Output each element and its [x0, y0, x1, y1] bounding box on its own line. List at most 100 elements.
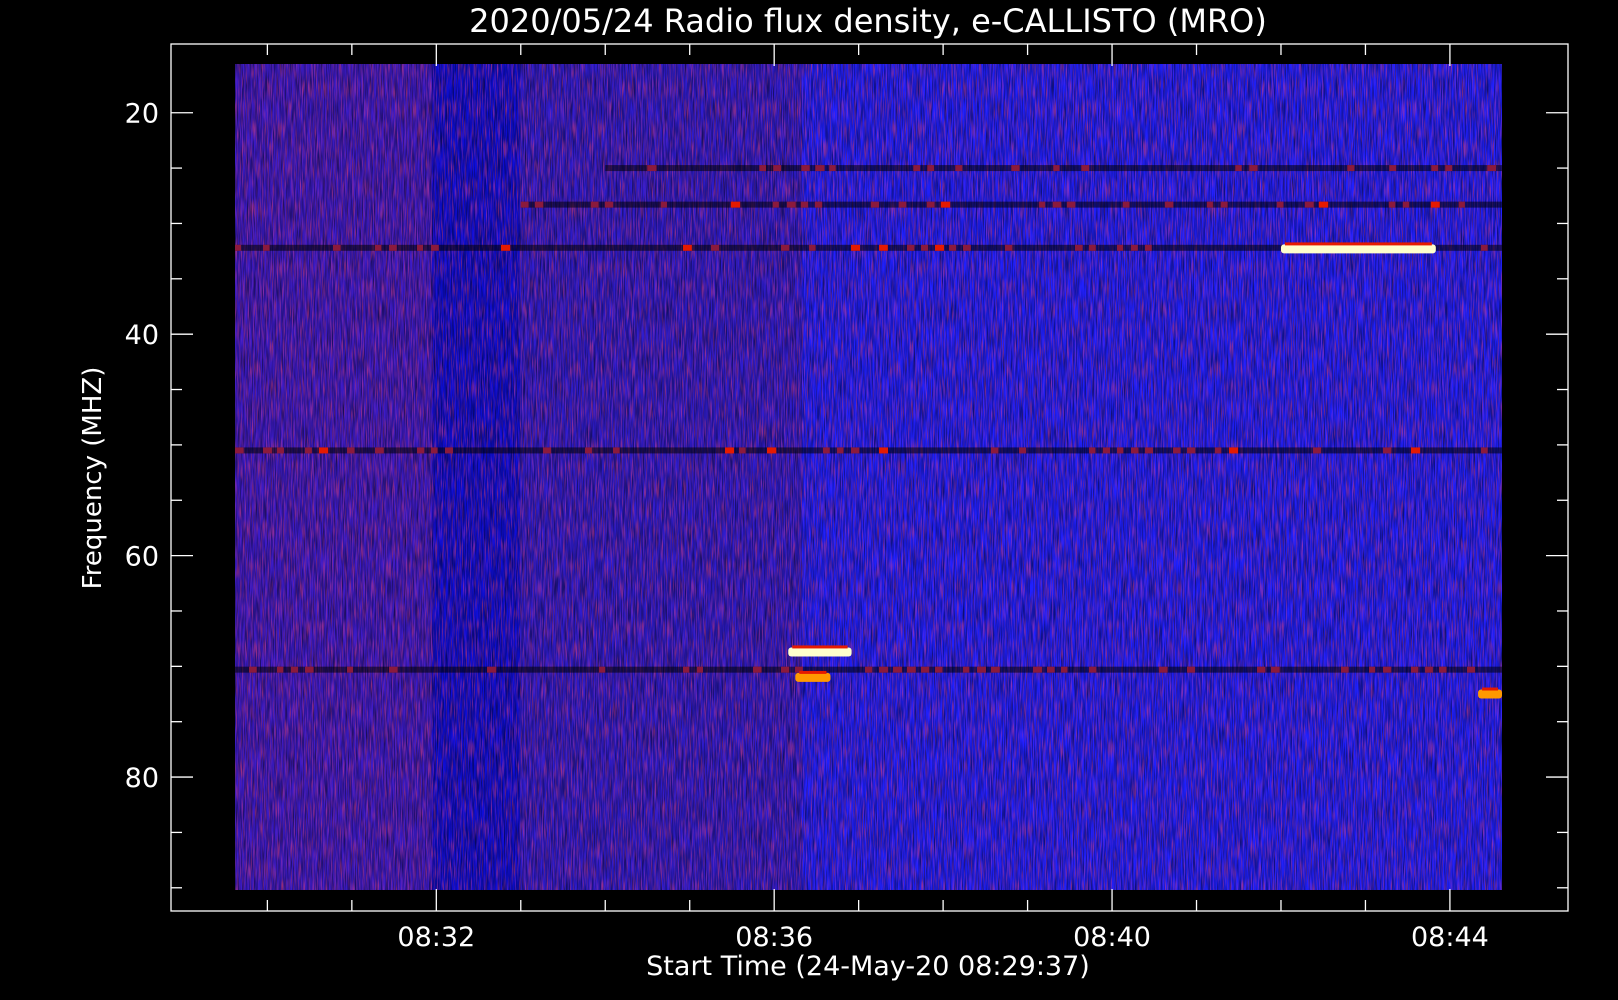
band-4-segment — [1271, 666, 1280, 673]
burst-6 — [795, 672, 831, 682]
band-0-segment — [333, 244, 341, 251]
x-axis-label: Start Time (24-May-20 08:29:37) — [646, 951, 1090, 982]
burst-6-edge — [799, 670, 827, 674]
y-tick-label: 40 — [125, 320, 159, 351]
band-3-segment — [851, 447, 860, 454]
band-4-segment — [389, 666, 398, 673]
band-3-segment — [1145, 447, 1154, 454]
band-4-segment — [291, 666, 299, 673]
band-3-segment — [767, 447, 777, 454]
y-tick-label: 60 — [125, 542, 159, 573]
band-2-segment — [1249, 165, 1258, 172]
band-2-segment — [829, 165, 836, 172]
band-2-segment — [1487, 165, 1497, 172]
band-4-segment — [865, 666, 873, 673]
band-2-segment — [1011, 165, 1020, 172]
band-0-segment — [235, 244, 241, 251]
x-tick-label: 08:40 — [1073, 922, 1151, 953]
y-axis-label: Frequency (MHZ) — [78, 367, 108, 590]
band-0-segment — [1089, 244, 1096, 251]
band-1-segment — [786, 201, 796, 208]
band-4-segment — [1383, 666, 1392, 673]
band-4-segment — [1439, 666, 1447, 673]
band-2-segment — [927, 165, 935, 172]
band-1-segment — [1402, 201, 1410, 208]
band-3-segment — [1411, 447, 1421, 454]
heatmap-grain-red — [235, 64, 1502, 890]
band-4-segment — [683, 666, 690, 673]
band-4-segment — [599, 666, 606, 673]
band-2-segment — [1347, 165, 1355, 172]
band-2-segment — [1235, 165, 1242, 172]
band-3-segment — [277, 447, 284, 454]
band-1-segment — [1220, 201, 1228, 208]
band-4-segment — [1425, 666, 1433, 673]
band-0-segment — [501, 244, 511, 251]
band-4-segment — [277, 666, 284, 673]
band-0-segment — [935, 244, 945, 251]
band-0-segment — [907, 244, 915, 251]
band-4-segment — [347, 666, 354, 673]
burst-8 — [1478, 689, 1502, 699]
band-1-segment — [1038, 201, 1046, 208]
band-3-segment — [235, 447, 244, 454]
band-0-segment — [431, 244, 439, 251]
band-4-segment — [977, 666, 987, 673]
x-tick-label: 08:36 — [735, 922, 813, 953]
band-4-segment — [487, 666, 497, 673]
band-3-segment — [1103, 447, 1111, 454]
band-3-segment — [585, 447, 592, 454]
band-1-segment — [814, 201, 823, 208]
band-4-segment — [697, 666, 704, 673]
band-3-segment — [305, 447, 312, 454]
band-1-segment — [898, 201, 907, 208]
band-3-segment — [375, 447, 384, 454]
band-1-segment — [870, 201, 880, 208]
band-1-segment — [1318, 201, 1329, 208]
band-3-segment — [417, 447, 425, 454]
band-2-segment — [773, 165, 782, 172]
band-0-segment — [375, 244, 382, 251]
band-3-shadow — [235, 447, 1502, 454]
band-3-segment — [319, 447, 329, 454]
band-3-segment — [879, 447, 889, 454]
band-2-segment — [1081, 165, 1090, 172]
chart-title: 2020/05/24 Radio flux density, e-CALLIST… — [469, 2, 1267, 40]
band-4-segment — [1061, 666, 1068, 673]
band-0-segment — [781, 244, 790, 251]
band-3-segment — [263, 447, 272, 454]
band-3-segment — [1019, 447, 1027, 454]
band-3-segment — [1173, 447, 1181, 454]
spectrogram-chart: 2020/05/24 Radio flux density, e-CALLIST… — [78, 2, 1569, 982]
band-4-segment — [305, 666, 314, 673]
band-2-segment — [1053, 165, 1060, 172]
band-2-segment — [1445, 165, 1453, 172]
band-1-segment — [604, 201, 614, 208]
band-3-segment — [1117, 447, 1124, 454]
band-1-segment — [1430, 201, 1440, 208]
band-3-segment — [1215, 447, 1222, 454]
band-1-segment — [772, 201, 779, 208]
band-1-segment — [1052, 201, 1062, 208]
band-0-segment — [963, 244, 971, 251]
band-3-segment — [823, 447, 830, 454]
band-3-segment — [1383, 447, 1392, 454]
burst-7 — [1280, 244, 1436, 254]
band-1-segment — [660, 201, 667, 208]
burst-5 — [788, 647, 852, 657]
band-3-segment — [991, 447, 999, 454]
band-1-segment — [730, 201, 741, 208]
band-3-segment — [1089, 447, 1096, 454]
band-4-segment — [893, 666, 903, 673]
band-0-segment — [1145, 244, 1152, 251]
band-1-shadow — [520, 201, 1502, 208]
band-1-segment — [940, 201, 951, 208]
band-1-segment — [1122, 201, 1130, 208]
band-3-segment — [837, 447, 844, 454]
band-4-segment — [781, 666, 790, 673]
band-4-segment — [249, 666, 257, 673]
spectrogram-heatmap — [235, 64, 1502, 890]
band-1-segment — [1458, 201, 1465, 208]
band-4-segment — [1033, 666, 1043, 673]
band-1-segment — [1276, 201, 1284, 208]
